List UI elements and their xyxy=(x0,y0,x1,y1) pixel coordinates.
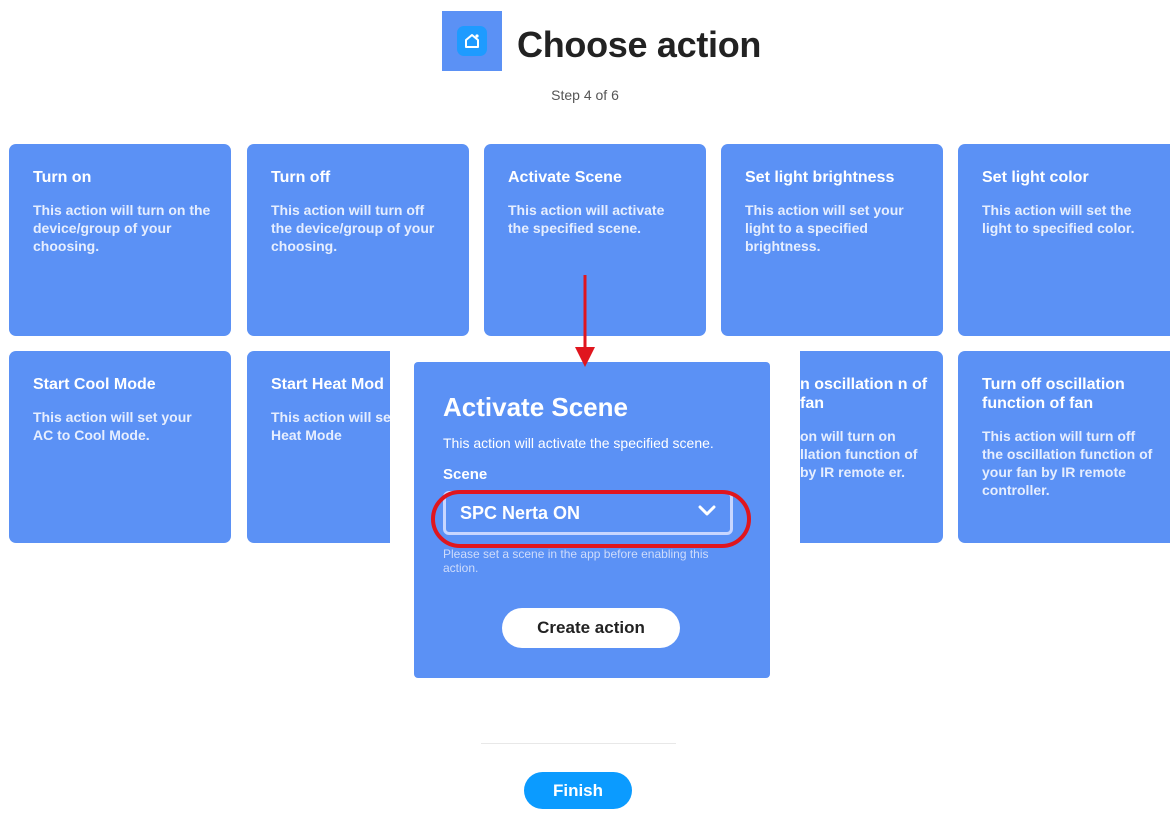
action-card-turn-on[interactable]: Turn on This action will turn on the dev… xyxy=(9,144,231,336)
card-description: on will turn on llation function of by I… xyxy=(800,428,918,480)
action-card-set-light-brightness[interactable]: Set light brightness This action will se… xyxy=(721,144,943,336)
card-title: Start Cool Mode xyxy=(33,376,156,393)
chevron-down-icon xyxy=(698,504,716,522)
modal-description: This action will activate the specified … xyxy=(443,435,714,451)
action-card-start-cool-mode[interactable]: Start Cool Mode This action will set you… xyxy=(9,351,231,543)
card-title: Turn on xyxy=(33,169,92,186)
card-description: This action will set the light to specif… xyxy=(982,202,1135,236)
action-card-turn-off-oscillation[interactable]: Turn off oscillation function of fan Thi… xyxy=(958,351,1170,543)
card-title: Activate Scene xyxy=(508,169,622,186)
step-indicator: Step 4 of 6 xyxy=(551,87,619,103)
card-description: This action will set your light to a spe… xyxy=(745,202,904,254)
action-config-modal: Activate Scene This action will activate… xyxy=(414,362,770,678)
divider xyxy=(481,743,676,744)
action-card-set-light-color[interactable]: Set light color This action will set the… xyxy=(958,144,1170,336)
card-description: This action will activate the specified … xyxy=(508,202,665,236)
modal-title: Activate Scene xyxy=(443,392,628,422)
card-title: Turn off xyxy=(271,169,331,186)
card-title: Set light brightness xyxy=(745,169,895,186)
page-title: Choose action xyxy=(517,24,762,65)
card-description: This action will set your AC to Cool Mod… xyxy=(33,409,192,443)
action-card-turn-off[interactable]: Turn off This action will turn off the d… xyxy=(247,144,469,336)
scene-select-value: SPC Nerta ON xyxy=(460,502,581,523)
scene-select[interactable]: SPC Nerta ON xyxy=(443,491,733,535)
action-card-start-heat-mode[interactable]: Start Heat Mod This action will se AC to… xyxy=(247,351,390,543)
card-title: n oscillation n of fan xyxy=(800,376,928,412)
action-card-turn-on-oscillation[interactable]: n oscillation n of fan on will turn on l… xyxy=(800,351,943,543)
scene-label: Scene xyxy=(443,466,488,483)
action-card-activate-scene[interactable]: Activate Scene This action will activate… xyxy=(484,144,706,336)
card-title: Set light color xyxy=(982,169,1089,186)
card-description: This action will se AC to Heat Mode xyxy=(271,409,390,443)
create-action-button[interactable]: Create action xyxy=(502,608,680,648)
finish-button[interactable]: Finish xyxy=(524,772,632,809)
card-title: Turn off oscillation function of fan xyxy=(982,376,1125,412)
card-title: Start Heat Mod xyxy=(271,376,384,393)
scene-help-text: Please set a scene in the app before ena… xyxy=(443,547,709,575)
app-logo xyxy=(442,11,502,71)
card-description: This action will turn on the device/grou… xyxy=(33,202,211,254)
card-description: This action will turn off the device/gro… xyxy=(271,202,435,254)
smartlife-home-icon xyxy=(457,26,487,56)
card-description: This action will turn off the oscillatio… xyxy=(982,428,1153,498)
